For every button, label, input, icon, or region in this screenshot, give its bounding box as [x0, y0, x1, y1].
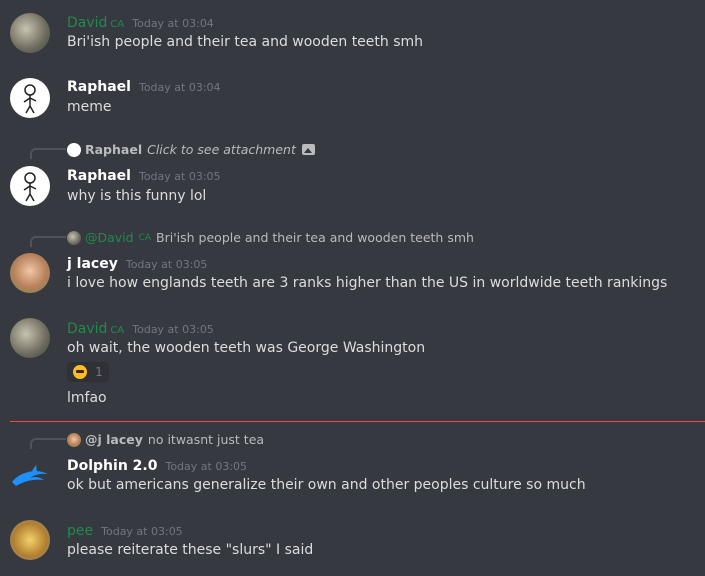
author-tag: CA: [110, 19, 125, 30]
reply-connector: [30, 236, 66, 247]
author-name[interactable]: Dolphin 2.0: [67, 458, 157, 474]
reply-author[interactable]: @David: [85, 230, 134, 245]
author-name[interactable]: Raphael: [67, 168, 131, 184]
timestamp: Today at 03:05: [138, 170, 221, 183]
author-name[interactable]: David: [67, 321, 107, 337]
timestamp: Today at 03:04: [138, 81, 221, 94]
message-text: meme: [67, 99, 112, 115]
author-name[interactable]: Raphael: [67, 79, 131, 95]
message-text: why is this funny lol: [67, 188, 207, 204]
timestamp: Today at 03:04: [132, 17, 214, 30]
reply-author[interactable]: Raphael: [85, 142, 142, 157]
timestamp: Today at 03:05: [165, 460, 248, 473]
reaction-count: 1: [95, 365, 103, 379]
reply-preview[interactable]: @David CA Bri'ish people and their tea and…: [67, 230, 474, 245]
author-tag: CA: [110, 325, 125, 336]
message-text: oh wait, the wooden teeth was George Was…: [67, 340, 426, 356]
avatar[interactable]: [10, 13, 50, 53]
reply-author-tag: CA: [138, 232, 152, 243]
avatar[interactable]: [10, 520, 50, 560]
reaction[interactable]: 1: [67, 362, 109, 382]
author-name[interactable]: pee: [67, 523, 93, 539]
avatar[interactable]: [10, 456, 50, 496]
reply-avatar: [67, 230, 81, 245]
message-text: ok but americans generalize their own an…: [67, 477, 586, 493]
author-name[interactable]: j lacey: [67, 256, 118, 272]
message-text: Bri'ish people and their tea and wooden …: [67, 34, 424, 50]
reply-text[interactable]: Bri'ish people and their tea and wooden …: [156, 230, 474, 245]
reply-preview[interactable]: @j lacey no itwasnt just tea: [67, 432, 264, 447]
image-icon: [301, 144, 315, 155]
dolphin-icon: [12, 465, 48, 486]
reply-preview[interactable]: Raphael Click to see attachment: [67, 142, 315, 157]
reply-connector: [30, 438, 66, 449]
timestamp: Today at 03:05: [125, 258, 208, 271]
reply-avatar: [67, 142, 81, 157]
author-name[interactable]: David: [67, 15, 107, 31]
stick-figure-icon: [23, 172, 37, 202]
reply-avatar: [67, 432, 81, 447]
reply-connector: [30, 148, 66, 159]
reply-author[interactable]: @j lacey: [85, 432, 143, 447]
message-text: lmfao: [67, 390, 107, 406]
stick-figure-icon: [23, 84, 37, 114]
new-messages-divider: [10, 421, 705, 422]
avatar[interactable]: [10, 78, 50, 118]
message-text: please reiterate these "slurs" I said: [67, 542, 314, 558]
reply-text[interactable]: Click to see attachment: [147, 142, 296, 157]
avatar[interactable]: [10, 253, 50, 293]
sunglasses-emoji-icon: [73, 365, 88, 379]
timestamp: Today at 03:05: [101, 525, 183, 538]
avatar[interactable]: [10, 318, 50, 358]
timestamp: Today at 03:05: [132, 323, 214, 336]
message-text: i love how englands teeth are 3 ranks hi…: [67, 275, 668, 291]
reply-text[interactable]: no itwasnt just tea: [148, 432, 264, 447]
avatar[interactable]: [10, 166, 50, 206]
